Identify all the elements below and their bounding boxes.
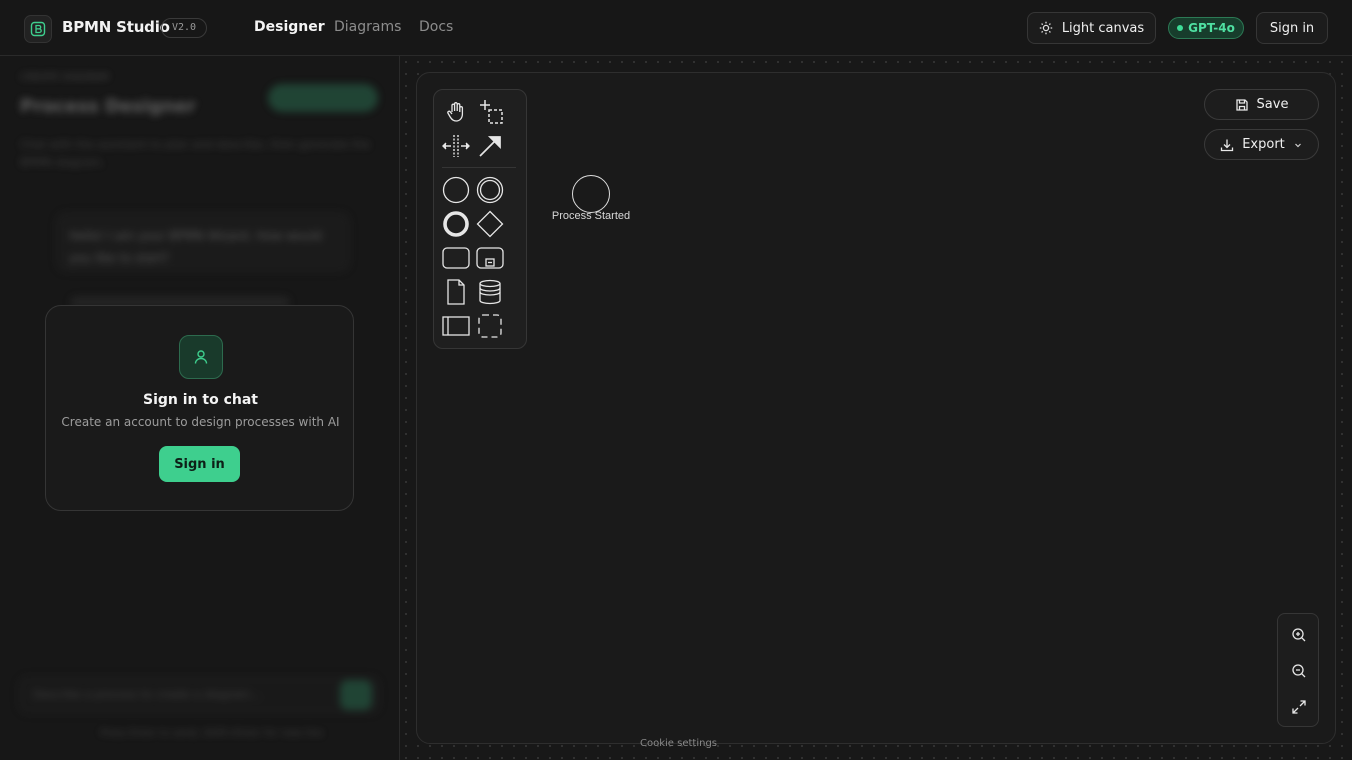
signin-button[interactable]: Sign in xyxy=(159,446,240,482)
pool-tool-icon[interactable] xyxy=(441,311,471,341)
chat-title: Process Designer xyxy=(20,96,196,117)
save-icon xyxy=(1235,98,1249,112)
download-icon xyxy=(1220,138,1234,152)
zoom-in-icon xyxy=(1291,627,1307,643)
header-signin-button[interactable]: Sign in xyxy=(1256,12,1328,44)
nav-designer[interactable]: Designer xyxy=(254,19,325,35)
zoom-out-button[interactable] xyxy=(1278,653,1320,689)
cookie-settings-link[interactable]: Cookie settings xyxy=(640,738,717,749)
zoom-controls xyxy=(1277,613,1319,727)
subprocess-tool-icon[interactable] xyxy=(475,243,505,273)
light-canvas-label: Light canvas xyxy=(1061,20,1145,36)
user-icon xyxy=(179,335,223,379)
chat-input: Describe a process to create a diagram..… xyxy=(18,676,380,714)
start-event-tool-icon[interactable] xyxy=(441,175,471,205)
signin-card-subtitle: Create an account to design processes wi… xyxy=(61,415,340,429)
app-logo-icon[interactable] xyxy=(24,15,52,43)
chat-footer-hint: Press Enter to send, Shift+Enter for new… xyxy=(100,728,324,739)
nav-docs[interactable]: Docs xyxy=(419,19,453,35)
save-label: Save xyxy=(1256,97,1289,112)
space-tool-icon[interactable] xyxy=(441,131,471,161)
chevron-down-icon xyxy=(1293,140,1303,150)
zoom-in-button[interactable] xyxy=(1278,617,1320,653)
group-tool-icon[interactable] xyxy=(475,311,505,341)
process-started-event[interactable] xyxy=(572,175,610,213)
model-badge[interactable]: GPT-4o xyxy=(1168,17,1244,39)
model-badge-label: GPT-4o xyxy=(1188,21,1235,35)
process-started-label[interactable]: Process Started xyxy=(541,210,641,222)
palette-divider xyxy=(442,167,516,168)
hand-tool-icon[interactable] xyxy=(441,97,471,127)
nav-diagrams[interactable]: Diagrams xyxy=(334,19,401,35)
light-canvas-button[interactable]: Light canvas xyxy=(1027,12,1156,44)
connect-tool-icon[interactable] xyxy=(475,131,505,161)
diagram-canvas[interactable] xyxy=(416,72,1336,744)
export-button[interactable]: Export xyxy=(1204,129,1319,160)
lasso-tool-icon[interactable] xyxy=(475,97,505,127)
data-object-tool-icon[interactable] xyxy=(441,277,471,307)
status-dot-icon xyxy=(1177,25,1184,31)
new-chat-button xyxy=(268,84,378,112)
end-event-tool-icon[interactable] xyxy=(441,209,471,239)
export-label: Export xyxy=(1242,137,1285,152)
chat-breadcrumb: CREATE DIAGRAM xyxy=(20,72,109,83)
fit-view-button[interactable] xyxy=(1278,689,1320,725)
zoom-out-icon xyxy=(1291,663,1307,679)
top-bar: BPMN Studio V2.0 Designer Diagrams Docs … xyxy=(0,0,1352,56)
app-title: BPMN Studio xyxy=(62,18,170,36)
chat-description: Chat with the assistant to plan and desc… xyxy=(20,138,371,169)
task-tool-icon[interactable] xyxy=(441,243,471,273)
data-store-tool-icon[interactable] xyxy=(475,277,505,307)
save-button[interactable]: Save xyxy=(1204,89,1319,120)
send-button xyxy=(340,680,372,710)
gateway-tool-icon[interactable] xyxy=(475,209,505,239)
assistant-message: Hello! I am your BPMN Wizard. How would … xyxy=(56,212,350,272)
expand-icon xyxy=(1291,699,1307,715)
version-badge: V2.0 xyxy=(161,18,208,38)
intermediate-event-tool-icon[interactable] xyxy=(475,175,505,205)
signin-card: Sign in to chat Create an account to des… xyxy=(45,305,354,511)
sun-icon xyxy=(1039,21,1053,35)
signin-card-title: Sign in to chat xyxy=(143,392,258,408)
